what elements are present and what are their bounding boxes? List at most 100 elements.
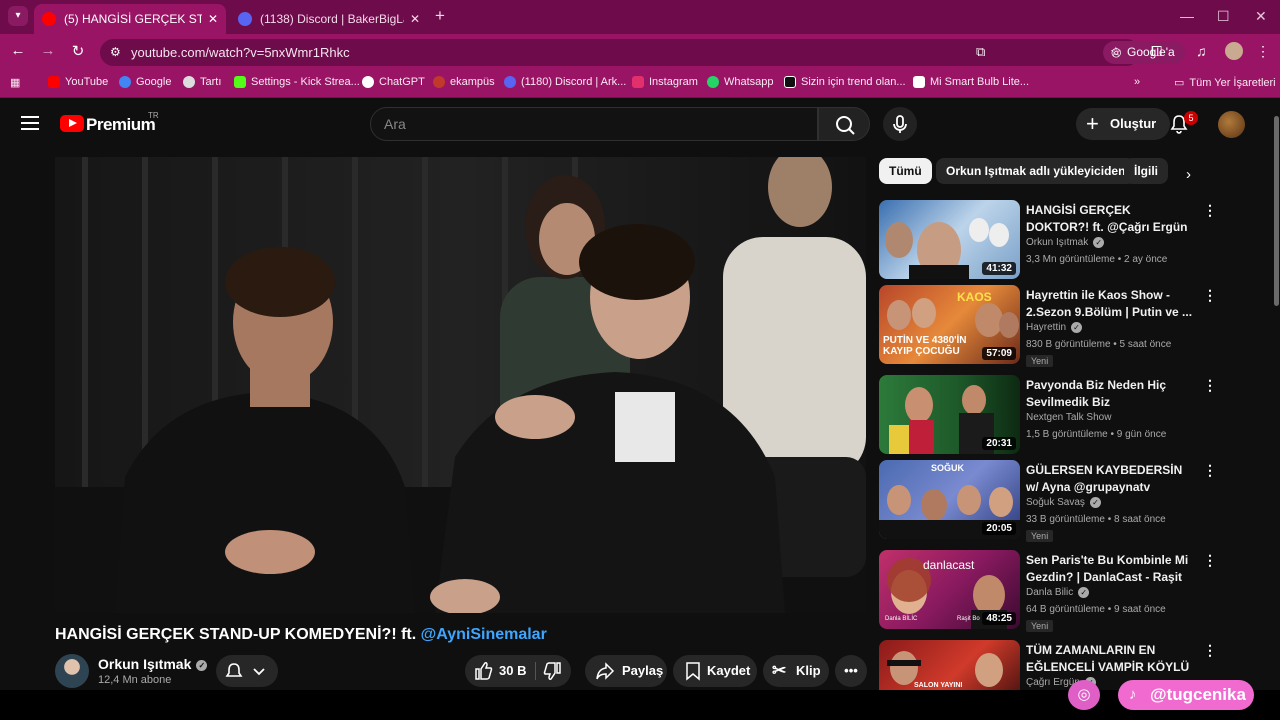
bookmark-kick[interactable]: Settings - Kick Strea... (234, 76, 360, 88)
recommendation-title[interactable]: HANGİSİ GERÇEK DOKTOR?! ft. @Çağrı Ergün (1026, 202, 1194, 236)
youtube-premium-wordmark[interactable]: Premium (86, 115, 156, 135)
instagram-watermark-icon: ◎ (1068, 680, 1100, 710)
video-thumbnail[interactable]: SOĞUK 20:05 (879, 460, 1020, 539)
chip-from-uploader[interactable]: Orkun Işıtmak adlı yükleyiciden (936, 158, 1136, 184)
recommendation-title[interactable]: GÜLERSEN KAYBEDERSİN w/ Ayna @grupaynatv… (1026, 462, 1194, 496)
recommendation-menu-icon[interactable]: ⋮ (1203, 552, 1217, 569)
page-scrollbar[interactable] (1272, 100, 1280, 690)
address-bar[interactable]: ⚙ youtube.com/watch?v=5nxWmr1Rhkc ⧉ ◎ Go… (100, 39, 1185, 82)
apps-grid-icon[interactable]: ▦ (10, 76, 20, 89)
chip-all[interactable]: Tümü (879, 158, 932, 184)
video-thumbnail[interactable]: danlacast Danla BİLİC Raşit Bo 48:25 (879, 550, 1020, 629)
recommendation-title[interactable]: Sen Paris'te Bu Kombinle Mi Gezdin? | Da… (1026, 552, 1194, 586)
like-button[interactable]: 30 B (473, 655, 531, 687)
video-thumbnail[interactable]: 20:31 (879, 375, 1020, 454)
new-tab-button[interactable]: + (435, 6, 445, 26)
tab-search-button[interactable]: ▾ (8, 6, 28, 26)
search-box (370, 107, 818, 141)
youtube-logo-icon[interactable] (60, 115, 84, 132)
recommendation-menu-icon[interactable]: ⋮ (1203, 202, 1217, 219)
bookmark-chatgpt[interactable]: ChatGPT (362, 76, 425, 88)
channel-name[interactable]: Orkun Işıtmak ✓ (98, 656, 208, 672)
recommendation-title[interactable]: TÜM ZAMANLARIN EN EĞLENCELİ VAMPİR KÖYLÜ… (1026, 642, 1194, 676)
recommendation-item[interactable]: 20:31 Pavyonda Biz Neden Hiç Sevilmedik … (879, 375, 1259, 455)
microphone-icon (893, 115, 907, 133)
recommendation-menu-icon[interactable]: ⋮ (1203, 377, 1217, 394)
video-thumbnail[interactable]: KAOS PUTİN VE 4380'İN KAYIP ÇOCUĞU 57:09 (879, 285, 1020, 364)
chip-related[interactable]: İlgili (1124, 158, 1168, 184)
reload-icon[interactable]: ↻ (68, 42, 88, 60)
recommendation-meta: 64 B görüntüleme • 9 saat önce (1026, 604, 1166, 615)
recommendation-menu-icon[interactable]: ⋮ (1203, 287, 1217, 304)
create-button[interactable]: + Oluştur (1076, 108, 1171, 140)
recommendation-channel[interactable]: Danla Bilic ✓ (1026, 587, 1090, 598)
all-bookmarks-folder[interactable]: ▭ Tüm Yer İşaretleri (1174, 76, 1276, 90)
close-tab-icon[interactable]: ✕ (410, 12, 420, 26)
channel-avatar[interactable] (55, 654, 89, 688)
account-avatar[interactable] (1218, 111, 1245, 138)
video-thumbnail[interactable]: 41:32 (879, 200, 1020, 279)
channel-name-text: Orkun Işıtmak (98, 656, 192, 672)
recommendation-channel[interactable]: Soğuk Savaş ✓ (1026, 497, 1101, 508)
bookmark-tiktok[interactable]: Sizin için trend olan... (784, 76, 906, 88)
maximize-icon[interactable]: ☐ (1217, 8, 1230, 25)
profile-avatar[interactable] (1225, 42, 1243, 60)
search-button[interactable] (818, 107, 870, 141)
recommendation-title[interactable]: Hayrettin ile Kaos Show - 2.Sezon 9.Bölü… (1026, 287, 1194, 321)
folder-icon: ▭ (1174, 77, 1185, 89)
recommendation-channel[interactable]: Nextgen Talk Show (1026, 412, 1111, 423)
thumbnail-overlay-text: SOĞUK (931, 463, 965, 473)
tab-youtube[interactable]: (5) HANGİSİ GERÇEK STAND-UP ✕ (34, 4, 226, 34)
menu-kebab-icon[interactable]: ⋮ (1256, 43, 1270, 60)
minimize-icon[interactable]: — (1180, 8, 1194, 24)
recommendation-item[interactable]: KAOS PUTİN VE 4380'İN KAYIP ÇOCUĞU 57:09… (879, 285, 1259, 367)
recommendation-channel[interactable]: Orkun Işıtmak ✓ (1026, 237, 1105, 248)
extensions-icon[interactable]: ⧠ (1151, 43, 1162, 60)
duration-badge: 20:31 (982, 437, 1016, 450)
bookmark-icon (686, 662, 700, 681)
bookmark-ekampus[interactable]: ekampüs (433, 76, 495, 88)
site-info-icon[interactable]: ⚙ (110, 45, 121, 59)
discord-favicon-icon (238, 12, 252, 26)
recommendation-item[interactable]: SOĞUK 20:05 GÜLERSEN KAYBEDERSİN w/ Ayna… (879, 460, 1259, 542)
media-control-icon[interactable]: ♫ (1196, 43, 1207, 59)
thumbs-down-icon (543, 662, 561, 680)
chevron-right-icon[interactable]: › (1186, 166, 1191, 183)
bookmark-google[interactable]: Google (119, 76, 171, 88)
bookmark-whatsapp[interactable]: Whatsapp (707, 76, 774, 88)
recommendation-item[interactable]: 41:32 HANGİSİ GERÇEK DOKTOR?! ft. @Çağrı… (879, 200, 1259, 280)
subscription-bell-button[interactable] (216, 655, 278, 687)
forward-arrow-icon[interactable]: → (38, 42, 58, 59)
close-tab-icon[interactable]: ✕ (208, 12, 218, 26)
clip-button[interactable]: ✂ Klip (763, 655, 829, 687)
bookmark-amazon[interactable]: Mi Smart Bulb Lite... (913, 76, 1029, 88)
video-player[interactable] (55, 157, 866, 613)
video-title-mention-link[interactable]: @AyniSinemalar (421, 626, 547, 643)
recommendation-menu-icon[interactable]: ⋮ (1203, 462, 1217, 479)
more-bookmarks-button[interactable]: » (1134, 76, 1140, 88)
recommendation-channel[interactable]: Hayrettin ✓ (1026, 322, 1083, 333)
save-button[interactable]: Kaydet (673, 655, 757, 687)
voice-search-button[interactable] (883, 107, 917, 141)
more-actions-icon[interactable]: ••• (835, 655, 867, 687)
recommendation-item[interactable]: danlacast Danla BİLİC Raşit Bo 48:25 Sen… (879, 550, 1259, 632)
duration-badge: 20:05 (982, 522, 1016, 535)
dislike-button[interactable] (543, 655, 567, 687)
hamburger-menu-icon[interactable] (21, 116, 39, 130)
bookmark-label: Settings - Kick Strea... (251, 76, 360, 88)
close-window-icon[interactable]: ✕ (1255, 8, 1267, 25)
video-thumbnail[interactable]: SALON YAYINI (879, 640, 1020, 690)
bookmark-youtube[interactable]: YouTube (48, 76, 108, 88)
bookmark-instagram[interactable]: Instagram (632, 76, 698, 88)
tab-discord[interactable]: (1138) Discord | BakerBigLarge ✕ (230, 4, 428, 34)
scrollbar-thumb[interactable] (1274, 116, 1279, 306)
recommendation-title[interactable]: Pavyonda Biz Neden Hiç Sevilmedik Biz (1026, 377, 1194, 411)
bookmark-discord[interactable]: (1180) Discord | Ark... (504, 76, 626, 88)
search-input[interactable] (384, 114, 804, 134)
back-arrow-icon[interactable]: ← (8, 42, 28, 59)
share-button[interactable]: Paylaş (585, 655, 667, 687)
bookmark-tarti[interactable]: Tartı (183, 76, 221, 88)
install-app-icon[interactable]: ⧉ (976, 44, 985, 60)
bookmark-star-icon[interactable]: ☆ (1110, 44, 1122, 60)
recommendation-menu-icon[interactable]: ⋮ (1203, 642, 1217, 659)
